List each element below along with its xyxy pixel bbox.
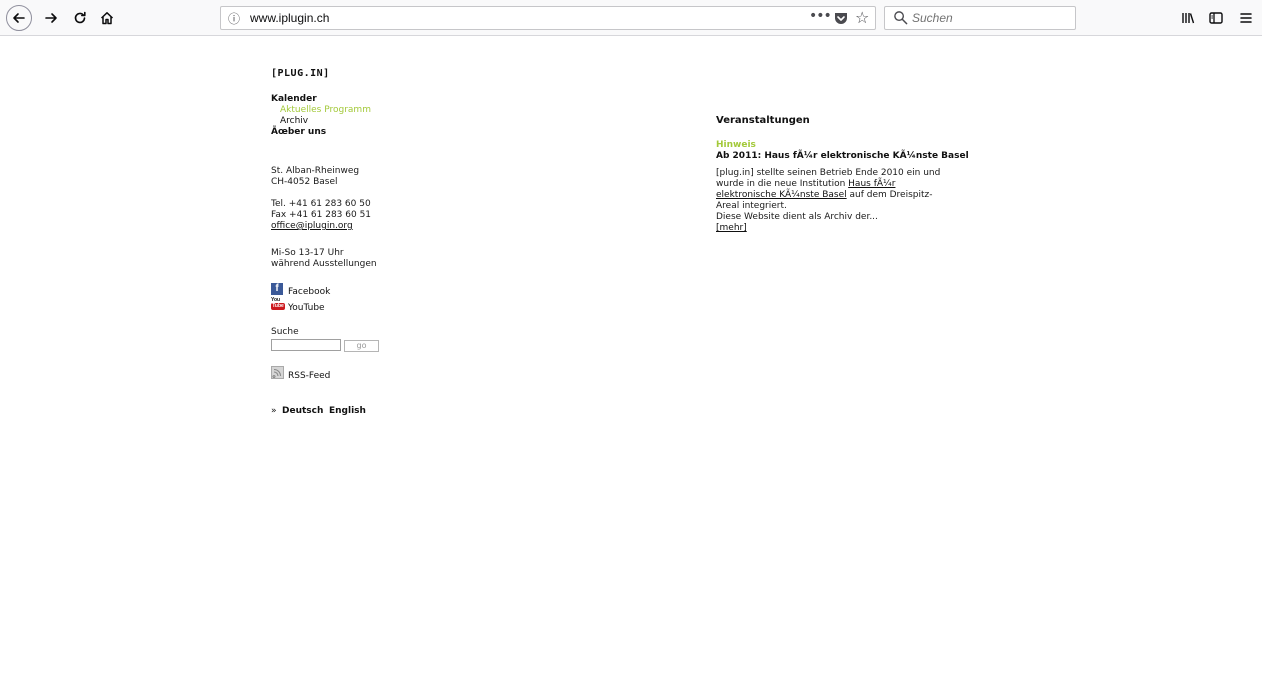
pocket-icon[interactable] — [833, 10, 849, 26]
arrow-right-icon — [45, 13, 57, 23]
contact-fax: Fax +41 61 283 60 51 — [271, 210, 372, 220]
nav-kalender[interactable]: Kalender — [271, 94, 317, 105]
main-heading: Veranstaltungen — [716, 115, 810, 126]
news-title: Ab 2011: Haus fÃ¼r elektronische KÃ¼nste… — [716, 151, 969, 161]
youtube-icon-bottom: Tube — [271, 303, 285, 310]
news-body-line-3: elektronische KÃ¼nste Basel auf dem Drei… — [716, 190, 933, 201]
youtube-icon[interactable]: You Tube — [271, 298, 285, 310]
rss-feed-link[interactable]: RSS-Feed — [288, 371, 330, 382]
back-button[interactable] — [6, 5, 32, 31]
url-bar[interactable]: ⓘ www.iplugin.ch ••• ☆ — [220, 6, 876, 30]
arrow-left-icon — [13, 13, 25, 23]
more-link[interactable]: [mehr] — [716, 223, 747, 234]
site-logo[interactable]: [PLUG.IN] — [271, 68, 330, 79]
notice-label: Hinweis — [716, 140, 756, 150]
search-label: Suche — [271, 327, 299, 337]
news-body-line-2: wurde in die neue Institution Haus fÃ¼r — [716, 179, 895, 190]
news-body-line-5: Diese Website dient als Archiv der... — [716, 212, 878, 222]
rss-waves-icon — [272, 368, 282, 379]
address-city: CH-4052 Basel — [271, 177, 338, 187]
sidebar-icon — [1209, 12, 1223, 24]
home-icon — [100, 12, 114, 25]
search-placeholder: Suchen — [912, 11, 953, 25]
menu-button[interactable] — [1234, 6, 1258, 30]
language-deutsch[interactable]: Deutsch — [282, 406, 323, 417]
contact-email-link[interactable]: office@iplugin.org — [271, 221, 353, 232]
hours-note: während Ausstellungen — [271, 259, 377, 269]
facebook-link[interactable]: Facebook — [288, 287, 330, 298]
news-body-line-1: [plug.in] stellte seinen Betrieb Ende 20… — [716, 168, 941, 178]
url-text[interactable]: www.iplugin.ch — [250, 11, 329, 25]
web-page: [PLUG.IN] Kalender Aktuelles Programm Ar… — [0, 36, 1262, 686]
address-street: St. Alban-Rheinweg — [271, 166, 360, 176]
site-search-input[interactable] — [271, 339, 341, 351]
reload-button[interactable] — [68, 6, 92, 30]
facebook-icon[interactable]: f — [271, 283, 283, 295]
contact-tel: Tel. +41 61 283 60 50 — [271, 199, 371, 209]
news-body-line-4: Areal integriert. — [716, 201, 787, 211]
haus-link-part-1[interactable]: Haus fÃ¼r — [848, 179, 895, 189]
bookmark-star-icon[interactable]: ☆ — [855, 8, 869, 27]
browser-toolbar: ⓘ www.iplugin.ch ••• ☆ Suchen — [0, 0, 1262, 36]
nav-archiv[interactable]: Archiv — [280, 116, 308, 127]
search-icon — [894, 11, 908, 25]
forward-button[interactable] — [39, 6, 63, 30]
reload-icon — [74, 11, 86, 24]
youtube-link[interactable]: YouTube — [288, 303, 325, 314]
news-body-text: wurde in die neue Institution — [716, 179, 849, 189]
news-body-text: auf dem Dreispitz- — [846, 190, 933, 200]
page-actions-icon[interactable]: ••• — [809, 8, 832, 24]
hours-days: Mi-So 13-17 Uhr — [271, 248, 344, 258]
library-icon — [1182, 13, 1195, 24]
browser-search-bar[interactable]: Suchen — [884, 6, 1076, 30]
language-marker: » — [271, 406, 277, 416]
hamburger-menu-icon — [1240, 13, 1252, 23]
site-info-icon[interactable]: ⓘ — [228, 10, 240, 27]
haus-link-part-2[interactable]: elektronische KÃ¼nste Basel — [716, 190, 847, 200]
rss-icon[interactable] — [271, 366, 284, 379]
home-button[interactable] — [95, 6, 119, 30]
nav-aktuelles-programm[interactable]: Aktuelles Programm — [280, 105, 371, 116]
language-english[interactable]: English — [329, 406, 366, 417]
search-go-button[interactable]: go — [344, 340, 379, 352]
nav-ueber-uns[interactable]: Ãœber uns — [271, 127, 326, 138]
sidebar-toggle-button[interactable] — [1204, 6, 1228, 30]
library-button[interactable] — [1176, 6, 1200, 30]
